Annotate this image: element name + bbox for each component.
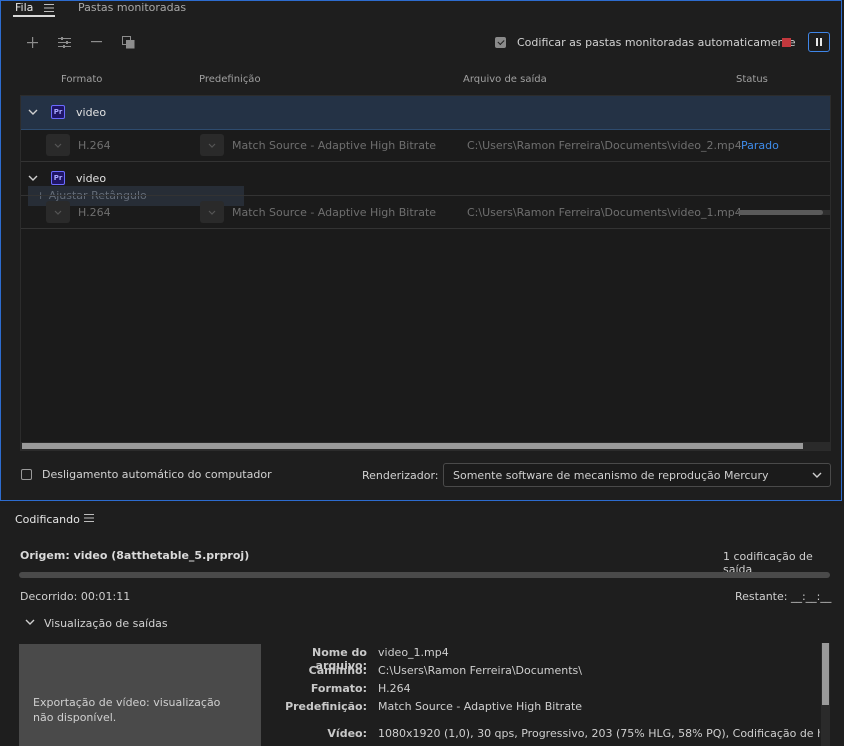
item-progress-bar	[738, 210, 830, 215]
renderer-select[interactable]: Somente software de mecanismo de reprodu…	[443, 463, 831, 487]
row-divider	[21, 228, 830, 229]
renderer-value: Somente software de mecanismo de reprodu…	[453, 469, 769, 482]
column-status[interactable]: Status	[736, 74, 768, 85]
preview-toggle[interactable]: Visualização de saídas	[44, 617, 168, 630]
detail-value: video_1.mp4	[378, 646, 449, 659]
chevron-down-icon[interactable]	[25, 619, 35, 625]
item-format: H.264	[78, 139, 111, 152]
tab-fila-label: Fila	[15, 1, 34, 14]
queue-table: Pr video H.264 Match Source - Adaptive H…	[20, 95, 831, 451]
detail-value: H.264	[378, 682, 411, 695]
column-predefinicao[interactable]: Predefinição	[199, 74, 261, 85]
queue-panel: Fila Pastas monitoradas Codificar as pas…	[0, 0, 842, 501]
detail-label: Predefinição:	[285, 700, 367, 713]
preset-dropdown[interactable]	[200, 134, 224, 156]
stop-icon[interactable]	[782, 38, 791, 47]
encoding-remaining: Restante: __:__:__	[735, 590, 832, 603]
chevron-down-icon[interactable]	[28, 107, 38, 117]
settings-sliders-icon[interactable]	[57, 35, 71, 49]
item-preset[interactable]: Match Source - Adaptive High Bitrate	[232, 206, 436, 219]
group-name: video	[76, 172, 107, 185]
detail-label: Vídeo:	[327, 727, 367, 740]
output-details: Nome do arquivo: video_1.mp4 Caminho: C:…	[265, 646, 820, 746]
tab-pastas-label: Pastas monitoradas	[78, 1, 187, 14]
menu-icon[interactable]	[43, 2, 55, 13]
premiere-icon: Pr	[51, 171, 65, 185]
tab-active-indicator	[13, 15, 55, 17]
encoding-title: Codificando	[15, 513, 80, 526]
menu-icon[interactable]	[84, 514, 94, 522]
detail-value: 1080x1920 (1,0), 30 qps, Progressivo, 20…	[378, 727, 820, 740]
preview-area: Exportação de vídeo: visualização não di…	[19, 644, 261, 746]
item-status: Parado	[741, 139, 779, 152]
add-icon[interactable]	[25, 35, 39, 49]
renderer-label: Renderizador:	[362, 469, 439, 482]
column-formato[interactable]: Formato	[61, 74, 102, 85]
tab-pastas-monitoradas[interactable]: Pastas monitoradas	[78, 1, 186, 14]
group-name: video	[76, 106, 107, 119]
scrollbar-thumb[interactable]	[822, 643, 829, 705]
chevron-down-icon	[812, 472, 822, 478]
queue-item-row[interactable]: H.264 Match Source - Adaptive High Bitra…	[21, 129, 830, 162]
item-preset[interactable]: Match Source - Adaptive High Bitrate	[232, 139, 436, 152]
chevron-down-icon[interactable]	[28, 173, 38, 183]
pause-icon[interactable]	[808, 32, 830, 52]
vertical-scrollbar[interactable]	[821, 643, 830, 746]
encoding-progress-bar	[19, 572, 830, 578]
encoding-panel: Codificando Origem: video (8atthetable_5…	[0, 506, 844, 746]
scrollbar-thumb[interactable]	[22, 443, 803, 449]
detail-value: C:\Users\Ramon Ferreira\Documents\	[378, 664, 582, 677]
horizontal-scrollbar[interactable]	[21, 442, 830, 450]
encoding-elapsed: Decorrido: 00:01:11	[20, 590, 131, 603]
shutdown-label: Desligamento automático do computador	[42, 468, 272, 481]
shutdown-checkbox[interactable]	[21, 469, 32, 480]
item-output-path[interactable]: C:\Users\Ramon Ferreira\Documents\video_…	[467, 139, 742, 152]
format-dropdown[interactable]	[46, 134, 70, 156]
auto-encode-checkbox[interactable]	[495, 37, 506, 48]
duplicate-icon[interactable]	[121, 35, 135, 49]
remove-icon[interactable]	[89, 35, 103, 49]
encoding-source: Origem: video (8atthetable_5.prproj)	[20, 549, 250, 562]
item-output-path[interactable]: C:\Users\Ramon Ferreira\Documents\video_…	[467, 206, 742, 219]
item-progress-fill	[738, 210, 823, 215]
preset-dropdown[interactable]	[200, 201, 224, 223]
detail-label: Caminho:	[308, 664, 367, 677]
column-arquivo-saida[interactable]: Arquivo de saída	[463, 74, 547, 85]
format-dropdown[interactable]	[46, 201, 70, 223]
auto-encode-label: Codificar as pastas monitoradas automati…	[517, 36, 796, 49]
premiere-icon: Pr	[51, 105, 65, 119]
detail-value: Match Source - Adaptive High Bitrate	[378, 700, 583, 713]
queue-group-row[interactable]: Pr video	[21, 96, 830, 130]
detail-label: Formato:	[310, 682, 367, 695]
tab-fila[interactable]: Fila	[15, 1, 33, 14]
item-format: H.264	[78, 206, 111, 219]
queue-item-row[interactable]: H.264 Match Source - Adaptive High Bitra…	[21, 195, 830, 229]
preview-message: Exportação de vídeo: visualização não di…	[33, 696, 221, 724]
